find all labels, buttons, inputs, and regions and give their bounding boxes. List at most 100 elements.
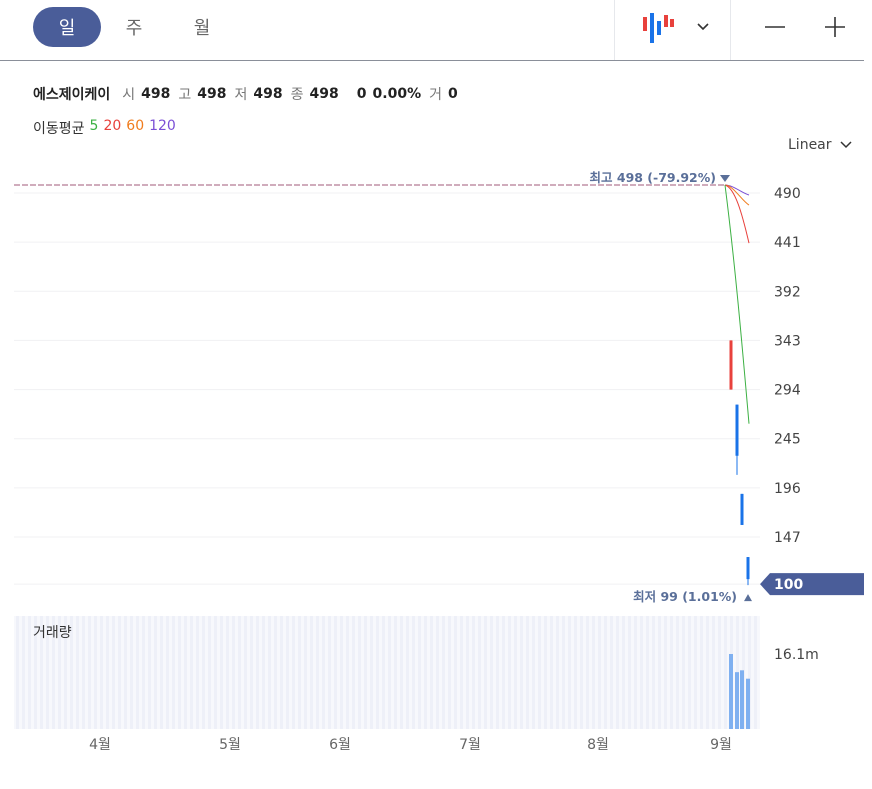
volume-bar-empty	[652, 616, 655, 729]
volume-bar-empty	[208, 616, 211, 729]
low-marker-label: 최저 99 (1.01%)	[633, 589, 737, 604]
volume-bar-empty	[430, 616, 433, 729]
y-tick-label: 343	[774, 333, 801, 349]
volume-bar-empty	[694, 616, 697, 729]
volume-bar-empty	[118, 616, 121, 729]
high-marker-triangle	[720, 174, 730, 182]
volume-bar-empty	[340, 616, 343, 729]
y-tick-label: 441	[774, 235, 801, 251]
volume-bar-empty	[670, 616, 673, 729]
volume-bar-empty	[496, 616, 499, 729]
y-tick-label: 245	[774, 432, 801, 448]
volume-bar-empty	[754, 616, 757, 729]
x-tick-label: 6월	[329, 737, 351, 753]
volume-bar-empty	[532, 616, 535, 729]
volume-bar-empty	[94, 616, 97, 729]
volume-bar-empty	[580, 616, 583, 729]
volume-bar-empty	[190, 616, 193, 729]
y-tick-label: 490	[774, 186, 801, 202]
x-tick-label: 5월	[219, 737, 241, 753]
volume-bar-empty	[664, 616, 667, 729]
volume-bar-empty	[520, 616, 523, 729]
volume-bar-empty	[364, 616, 367, 729]
volume-bar-empty	[460, 616, 463, 729]
volume-bar-empty	[214, 616, 217, 729]
volume-bar-empty	[142, 616, 145, 729]
volume-bar-empty	[484, 616, 487, 729]
volume-bar-empty	[640, 616, 643, 729]
volume-bar-empty	[376, 616, 379, 729]
volume-bar-empty	[442, 616, 445, 729]
volume-bar-empty	[598, 616, 601, 729]
volume-bar-empty	[700, 616, 703, 729]
volume-bar-empty	[334, 616, 337, 729]
volume-bar-empty	[604, 616, 607, 729]
y-tick-label: 196	[774, 481, 801, 497]
volume-bar-empty	[16, 616, 19, 729]
volume-bar-empty	[286, 616, 289, 729]
volume-bar-empty	[586, 616, 589, 729]
volume-bar-empty	[568, 616, 571, 729]
volume-bar-empty	[196, 616, 199, 729]
current-price-value: 100	[774, 577, 803, 593]
volume-bar-empty	[256, 616, 259, 729]
volume-bar-empty	[316, 616, 319, 729]
volume-bar-empty	[394, 616, 397, 729]
volume-bar-empty	[502, 616, 505, 729]
x-tick-label: 4월	[89, 737, 111, 753]
volume-bar-empty	[676, 616, 679, 729]
volume-bar-empty	[454, 616, 457, 729]
volume-label: 거래량	[33, 625, 72, 641]
volume-bar-empty	[310, 616, 313, 729]
y-tick-label: 147	[774, 530, 801, 546]
volume-bar-empty	[622, 616, 625, 729]
volume-bar-empty	[538, 616, 541, 729]
volume-bar-empty	[688, 616, 691, 729]
volume-bar-empty	[244, 616, 247, 729]
volume-bar-empty	[280, 616, 283, 729]
candle-body	[746, 557, 750, 580]
volume-bar-empty	[292, 616, 295, 729]
volume-bar-empty	[706, 616, 709, 729]
volume-bar-empty	[352, 616, 355, 729]
volume-bar-empty	[172, 616, 175, 729]
volume-bar-empty	[526, 616, 529, 729]
volume-bar-empty	[328, 616, 331, 729]
volume-bar	[729, 654, 733, 729]
volume-bar-empty	[322, 616, 325, 729]
price-chart[interactable]: 490 441 392 343 294 245 196 147 최고 498 (-79.92%)…	[0, 0, 872, 789]
volume-bar	[740, 670, 744, 729]
volume-bar-empty	[616, 616, 619, 729]
volume-bar-empty	[304, 616, 307, 729]
volume-bar-empty	[160, 616, 163, 729]
candle-body	[735, 404, 739, 456]
volume-bar-empty	[166, 616, 169, 729]
volume-bar-empty	[238, 616, 241, 729]
volume-bar	[735, 672, 739, 729]
volume-bar-empty	[88, 616, 91, 729]
volume-bar-empty	[478, 616, 481, 729]
volume-bar-empty	[28, 616, 31, 729]
x-tick-label: 9월	[710, 737, 732, 753]
volume-bar-empty	[112, 616, 115, 729]
volume-bar-empty	[658, 616, 661, 729]
volume-bar-empty	[100, 616, 103, 729]
volume-bar-empty	[682, 616, 685, 729]
volume-bar-empty	[634, 616, 637, 729]
volume-bar-empty	[22, 616, 25, 729]
volume-bar-empty	[82, 616, 85, 729]
volume-bar-empty	[124, 616, 127, 729]
volume-bar-empty	[136, 616, 139, 729]
volume-bar-empty	[472, 616, 475, 729]
volume-bar-empty	[424, 616, 427, 729]
y-tick-label: 392	[774, 284, 801, 300]
volume-bar-empty	[106, 616, 109, 729]
volume-bar-empty	[490, 616, 493, 729]
volume-bar-empty	[466, 616, 469, 729]
ma-5-line	[724, 184, 750, 424]
volume-bar-empty	[382, 616, 385, 729]
volume-bar-empty	[226, 616, 229, 729]
volume-bar-empty	[400, 616, 403, 729]
volume-bar-empty	[346, 616, 349, 729]
volume-bar-empty	[628, 616, 631, 729]
